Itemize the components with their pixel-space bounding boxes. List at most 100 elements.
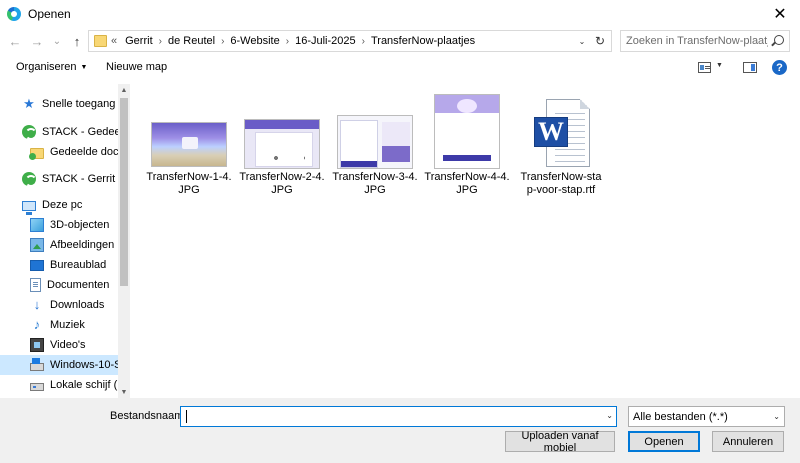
sidebar-item-label: Downloads	[50, 299, 105, 311]
sidebar-item-lokale-schijf-d[interactable]: Lokale schijf (D:)	[0, 375, 118, 395]
file-name: TransferNow-1-4. JPG	[146, 171, 232, 196]
star-icon: ★	[23, 96, 35, 111]
preview-pane-icon[interactable]	[743, 62, 757, 73]
breadcrumb-item-de-reutel[interactable]: de Reutel	[168, 35, 215, 47]
sidebar-item-gedeelde-documenten[interactable]: Gedeelde docum	[0, 142, 118, 162]
organize-label: Organiseren	[16, 61, 77, 73]
view-mode-icon[interactable]	[698, 62, 711, 73]
forward-arrow-icon[interactable]: →	[28, 32, 46, 50]
desktop-icon	[30, 260, 44, 271]
file-name: TransferNow-sta p-voor-stap.rtf	[520, 171, 602, 196]
up-arrow-icon[interactable]: ↑	[68, 32, 86, 50]
search-box[interactable]	[620, 30, 790, 52]
chevron-down-icon[interactable]: ⌄	[773, 412, 780, 421]
open-button[interactable]: Openen	[628, 431, 700, 452]
sidebar-item-stack-gedeelde[interactable]: STACK - Gedeelde	[0, 122, 118, 142]
sidebar-item-snelle-toegang[interactable]: ★ Snelle toegang	[0, 94, 118, 114]
navigation-pane: ★ Snelle toegang STACK - Gedeelde Gedeel…	[0, 84, 130, 398]
refresh-icon[interactable]: ↻	[591, 33, 609, 49]
file-item-transfernow-1-4[interactable]: TransferNow-1-4. JPG	[144, 89, 234, 199]
pictures-icon	[30, 238, 44, 252]
filename-dropdown-icon[interactable]: ⌄	[606, 411, 613, 420]
sidebar-item-afbeeldingen[interactable]: Afbeeldingen	[0, 235, 118, 255]
address-bar[interactable]: « Gerrit › de Reutel › 6-Website › 16-Ju…	[88, 30, 612, 52]
search-icon[interactable]	[774, 35, 784, 45]
sidebar-item-stack-gerrit[interactable]: STACK - Gerrit Ott	[0, 169, 118, 189]
sidebar-scrollbar[interactable]: ▲ ▼	[118, 84, 130, 398]
file-item-transfernow-2-4[interactable]: TransferNow-2-4. JPG	[237, 89, 327, 199]
filename-field[interactable]: ⌄	[180, 406, 617, 427]
breadcrumb-item-16-juli-2025[interactable]: 16-Juli-2025	[295, 35, 356, 47]
upload-from-mobile-button[interactable]: Uploaden vanaf mobiel	[505, 430, 615, 454]
image-thumbnail	[337, 115, 413, 169]
back-arrow-icon[interactable]: ←	[6, 32, 24, 50]
sidebar-item-label: Video's	[50, 339, 86, 351]
sidebar-item-bureaublad[interactable]: Bureaublad	[0, 255, 118, 275]
sidebar-item-label: Windows-10-SSD	[50, 359, 118, 371]
sidebar-item-label: Snelle toegang	[42, 98, 116, 110]
sync-icon	[22, 125, 37, 140]
recent-locations-icon[interactable]: ⌄	[48, 32, 66, 50]
word-document-icon: W	[534, 99, 590, 167]
sidebar-item-label: Documenten	[47, 279, 110, 291]
file-item-transfernow-3-4[interactable]: TransferNow-3-4. JPG	[330, 89, 420, 199]
file-name: TransferNow-2-4. JPG	[239, 171, 325, 196]
search-input[interactable]	[626, 34, 768, 48]
organize-button[interactable]: Organiseren ▼	[16, 61, 87, 73]
documents-icon	[30, 278, 41, 292]
sidebar-item-windows-10-ssd[interactable]: Windows-10-SSD	[0, 355, 118, 375]
breadcrumb-separator[interactable]: ›	[286, 36, 289, 47]
video-icon	[30, 338, 44, 352]
music-icon: ♪	[33, 317, 41, 332]
help-icon[interactable]: ?	[772, 60, 787, 75]
edge-app-icon	[7, 7, 21, 21]
scrollbar-thumb[interactable]	[120, 98, 128, 286]
folder-icon	[94, 35, 107, 47]
filename-label: Bestandsnaam:	[110, 410, 187, 422]
view-mode-dropdown-icon[interactable]: ▼	[716, 62, 723, 69]
breadcrumb: « Gerrit › de Reutel › 6-Website › 16-Ju…	[111, 35, 475, 47]
command-bar: Organiseren ▼ Nieuwe map	[0, 56, 800, 80]
sidebar-item-deze-pc[interactable]: Deze pc	[0, 195, 118, 215]
sidebar-item-label: STACK - Gerrit Ott	[42, 173, 118, 185]
sidebar-item-downloads[interactable]: ↓ Downloads	[0, 295, 118, 315]
breadcrumb-item-gerrit[interactable]: Gerrit	[125, 35, 153, 47]
breadcrumb-separator[interactable]: ›	[221, 36, 224, 47]
address-dropdown-icon[interactable]: ⌄	[575, 34, 589, 48]
scroll-down-icon[interactable]: ▼	[118, 386, 130, 398]
sidebar-item-label: 3D-objecten	[50, 219, 110, 231]
breadcrumb-item-transfernow-plaatjes[interactable]: TransferNow-plaatjes	[371, 35, 475, 47]
sidebar-item-muziek[interactable]: ♪ Muziek	[0, 315, 118, 335]
cube-icon	[30, 218, 44, 232]
file-item-transfernow-4-4[interactable]: TransferNow-4-4. JPG	[422, 89, 512, 199]
download-icon: ↓	[33, 297, 41, 312]
shared-folder-icon	[29, 147, 44, 160]
image-thumbnail	[434, 94, 500, 169]
breadcrumb-item-6-website[interactable]: 6-Website	[230, 35, 279, 47]
sidebar-item-label: Bureaublad	[50, 259, 107, 271]
cancel-button[interactable]: Annuleren	[712, 431, 784, 452]
file-item-transfernow-stap-voor-stap[interactable]: W TransferNow-sta p-voor-stap.rtf	[516, 89, 606, 199]
filename-input[interactable]	[185, 409, 595, 424]
image-thumbnail	[244, 119, 320, 169]
image-thumbnail	[151, 122, 227, 167]
breadcrumb-separator[interactable]: ›	[159, 36, 162, 47]
sidebar-item-label: Afbeeldingen	[50, 239, 115, 251]
new-folder-button[interactable]: Nieuwe map	[106, 61, 167, 73]
file-type-filter[interactable]: Alle bestanden (*.*) ⌄	[628, 406, 785, 427]
breadcrumb-overflow[interactable]: «	[111, 35, 117, 47]
sidebar-item-label: STACK - Gedeelde	[42, 126, 118, 138]
close-button[interactable]: ✕	[760, 0, 800, 28]
pc-icon	[22, 200, 36, 215]
sync-icon	[22, 172, 37, 187]
breadcrumb-separator[interactable]: ›	[362, 36, 365, 47]
windows-drive-icon	[30, 358, 44, 371]
file-name: TransferNow-3-4. JPG	[332, 171, 418, 196]
sidebar-item-videos[interactable]: Video's	[0, 335, 118, 355]
sidebar-item-documenten[interactable]: Documenten	[0, 275, 118, 295]
sidebar-item-3d-objecten[interactable]: 3D-objecten	[0, 215, 118, 235]
file-name: TransferNow-4-4. JPG	[424, 171, 510, 196]
file-type-filter-value: Alle bestanden (*.*)	[633, 411, 728, 423]
word-badge: W	[534, 117, 568, 147]
scroll-up-icon[interactable]: ▲	[118, 84, 130, 96]
